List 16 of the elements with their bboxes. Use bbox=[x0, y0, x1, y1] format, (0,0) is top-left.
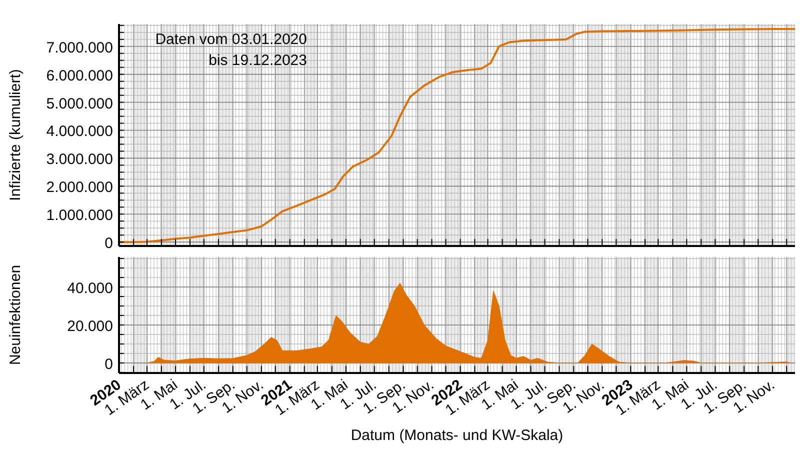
y-tick-label: 7.000.000 bbox=[46, 39, 113, 56]
y-tick-label: 0 bbox=[104, 235, 113, 250]
annotation-text: Daten vom 03.01.2020 bbox=[155, 31, 307, 48]
y-axis-label: Neuinfektionen bbox=[7, 264, 24, 366]
y-tick-label: 0 bbox=[104, 356, 113, 373]
y-tick-label: 40.000 bbox=[67, 280, 113, 297]
y-tick-label: 6.000.000 bbox=[46, 67, 113, 84]
y-tick-label: 1.000.000 bbox=[46, 207, 113, 224]
y-tick-label: 20.000 bbox=[67, 318, 113, 335]
y-tick-label: 2.000.000 bbox=[46, 179, 113, 196]
y-tick-label: 4.000.000 bbox=[46, 123, 113, 140]
y-tick-label: 3.000.000 bbox=[46, 151, 113, 168]
y-tick-label: 5.000.000 bbox=[46, 95, 113, 112]
y-axis-label: Infizierte (kumuliert) bbox=[7, 69, 24, 201]
annotation-text: bis 19.12.2023 bbox=[208, 52, 307, 69]
x-axis-label: Datum (Monats- und KW-Skala) bbox=[350, 427, 564, 444]
